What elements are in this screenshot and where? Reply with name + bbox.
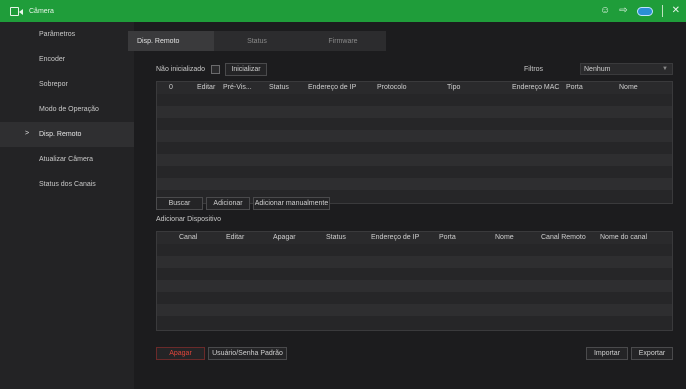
tab-bar: Disp. Remoto Status Firmware	[128, 31, 386, 51]
column-header[interactable]: Status	[269, 84, 289, 91]
delete-button[interactable]: Apagar	[156, 347, 205, 360]
table-row[interactable]	[157, 154, 672, 166]
filter-select[interactable]: Nenhum ▼	[580, 63, 673, 75]
column-header[interactable]: Editar	[197, 84, 215, 91]
uninitialized-checkbox[interactable]	[211, 65, 220, 74]
column-header[interactable]: Canal	[179, 234, 197, 241]
camera-icon	[10, 6, 24, 16]
tab-firmware[interactable]: Firmware	[300, 31, 386, 51]
table-row[interactable]	[157, 166, 672, 178]
export-button[interactable]: Exportar	[631, 347, 673, 360]
tab-status[interactable]: Status	[214, 31, 300, 51]
initialize-button[interactable]: Inicializar	[225, 63, 267, 76]
sidebar-item-status-canais[interactable]: Status dos Canais	[0, 172, 134, 197]
table-row[interactable]	[157, 94, 672, 106]
sidebar-item-atualizar-camera[interactable]: Atualizar Câmera	[0, 147, 134, 172]
sidebar-item-label: Atualizar Câmera	[39, 156, 94, 163]
table-row[interactable]	[157, 142, 672, 154]
added-devices-table: Canal Editar Apagar Status Endereço de I…	[156, 231, 673, 331]
column-header[interactable]: Endereço MAC	[512, 84, 559, 91]
main-panel: Disp. Remoto Status Firmware Não inicial…	[128, 22, 686, 389]
uninitialized-label: Não inicializado	[156, 66, 206, 73]
filter-select-value: Nenhum	[584, 65, 611, 73]
table-row[interactable]	[157, 178, 672, 190]
column-header[interactable]: Porta	[439, 234, 456, 241]
sidebar-item-disp-remoto[interactable]: > Disp. Remoto	[0, 122, 134, 147]
sidebar-item-label: Status dos Canais	[39, 181, 96, 188]
table-header: 0 Editar Pré-Vis... Status Endereço de I…	[157, 82, 672, 94]
sidebar: Parâmetros Encoder Sobrepor Modo de Oper…	[0, 22, 134, 389]
column-header[interactable]: Pré-Vis...	[223, 84, 252, 91]
tab-label: Firmware	[328, 37, 358, 45]
window-title: Câmera	[29, 7, 54, 15]
column-header[interactable]: Endereço de IP	[308, 84, 356, 91]
search-button[interactable]: Buscar	[156, 197, 203, 210]
table-row[interactable]	[157, 292, 672, 304]
column-header[interactable]: Porta	[566, 84, 583, 91]
tab-disp-remoto[interactable]: Disp. Remoto	[128, 31, 214, 51]
sidebar-item-encoder[interactable]: Encoder	[0, 47, 134, 72]
table-row[interactable]	[157, 268, 672, 280]
column-header[interactable]: Nome do canal	[600, 234, 647, 241]
sidebar-item-label: Encoder	[39, 56, 66, 63]
column-header[interactable]: Editar	[226, 234, 244, 241]
sidebar-item-label: Modo de Operação	[39, 106, 99, 113]
device-table: 0 Editar Pré-Vis... Status Endereço de I…	[156, 81, 673, 204]
sidebar-item-label: Parâmetros	[39, 31, 76, 38]
table-row[interactable]	[157, 304, 672, 316]
table-row[interactable]	[157, 316, 672, 328]
tab-label: Status	[247, 37, 267, 45]
column-header[interactable]: Endereço de IP	[371, 234, 419, 241]
table-row[interactable]	[157, 106, 672, 118]
column-header[interactable]: 0	[169, 84, 173, 91]
table-row[interactable]	[157, 256, 672, 268]
added-devices-title: Adicionar Dispositivo	[156, 216, 221, 223]
tab-label: Disp. Remoto	[137, 37, 180, 45]
add-button[interactable]: Adicionar	[206, 197, 250, 210]
column-header[interactable]: Nome	[619, 84, 638, 91]
title-bar: Câmera ☺ ⇨ ✕	[0, 0, 686, 22]
sidebar-item-parametros[interactable]: Parâmetros	[0, 22, 134, 47]
close-icon[interactable]: ✕	[672, 6, 680, 16]
table-row[interactable]	[157, 118, 672, 130]
default-credentials-button[interactable]: Usuário/Senha Padrão	[208, 347, 287, 360]
column-header[interactable]: Apagar	[273, 234, 296, 241]
column-header[interactable]: Nome	[495, 234, 514, 241]
logout-icon[interactable]: ⇨	[619, 6, 627, 16]
table-row[interactable]	[157, 244, 672, 256]
sidebar-item-sobrepor[interactable]: Sobrepor	[0, 72, 134, 97]
column-header[interactable]: Status	[326, 234, 346, 241]
chevron-right-icon: >	[25, 130, 30, 137]
table-row[interactable]	[157, 130, 672, 142]
cloud-icon[interactable]	[636, 6, 653, 16]
chevron-down-icon: ▼	[662, 66, 668, 72]
filters-label: Filtros	[524, 66, 544, 73]
import-button[interactable]: Importar	[586, 347, 628, 360]
sidebar-item-label: Disp. Remoto	[39, 131, 82, 138]
table-row[interactable]	[157, 280, 672, 292]
column-header[interactable]: Canal Remoto	[541, 234, 586, 241]
user-icon[interactable]: ☺	[600, 6, 610, 16]
sidebar-item-modo-operacao[interactable]: Modo de Operação	[0, 97, 134, 122]
column-header[interactable]: Tipo	[447, 84, 460, 91]
table-header: Canal Editar Apagar Status Endereço de I…	[157, 232, 672, 244]
column-header[interactable]: Protocolo	[377, 84, 407, 91]
divider	[661, 5, 663, 17]
sidebar-item-label: Sobrepor	[39, 81, 68, 88]
add-manually-button[interactable]: Adicionar manualmente	[253, 197, 330, 210]
